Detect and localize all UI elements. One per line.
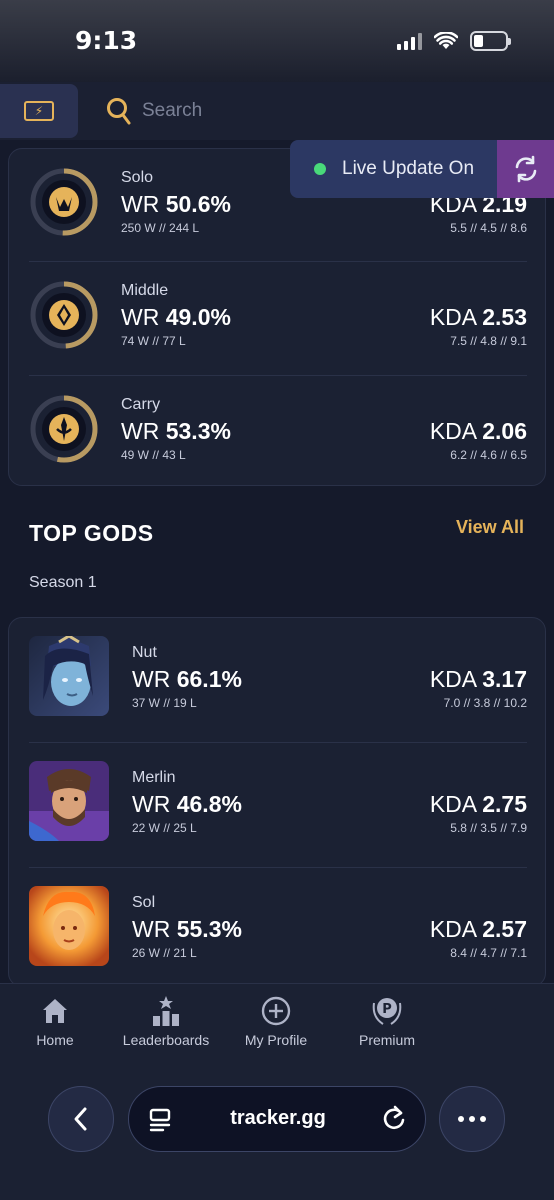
home-icon xyxy=(43,999,67,1023)
chevron-left-icon xyxy=(74,1107,87,1131)
role-kda: KDA 2.06 xyxy=(429,418,527,444)
sol-portrait xyxy=(29,886,109,966)
top-gods-card: Nut WR 66.1% 37 W // 19 L KDA 3.17 7.0 /… xyxy=(8,617,546,987)
god-win-loss: 37 W // 19 L xyxy=(132,696,197,710)
god-kda-detail: 7.0 // 3.8 // 10.2 xyxy=(443,696,527,710)
role-win-loss: 74 W // 77 L xyxy=(121,334,186,348)
god-row-merlin[interactable]: Merlin WR 46.8% 22 W // 25 L KDA 2.75 5.… xyxy=(29,742,527,866)
refresh-button[interactable] xyxy=(497,140,554,198)
status-bar: 9:13 xyxy=(0,0,554,82)
view-all-link[interactable]: View All xyxy=(456,517,524,538)
role-row-middle[interactable]: Middle WR 49.0% 74 W // 77 L KDA 2.53 7.… xyxy=(29,261,527,375)
live-update-label: Live Update On xyxy=(342,158,475,179)
role-name: Solo xyxy=(121,169,154,186)
god-kda: KDA 3.17 xyxy=(429,666,527,692)
live-status-dot xyxy=(314,163,326,175)
god-winrate: WR 55.3% xyxy=(132,916,242,942)
battery-icon xyxy=(470,31,511,51)
god-name: Nut xyxy=(132,644,157,661)
browser-url-bar[interactable]: tracker.gg xyxy=(128,1086,426,1152)
browser-back-button[interactable] xyxy=(48,1086,114,1152)
cellular-signal-icon xyxy=(397,32,422,50)
search-placeholder: Search xyxy=(142,100,203,121)
nav-my-profile[interactable]: My Profile xyxy=(221,994,331,1048)
refresh-icon xyxy=(515,155,536,183)
carry-role-icon xyxy=(30,395,98,463)
leaderboards-icon xyxy=(153,996,179,1026)
app-header: ⚡ Search xyxy=(0,82,554,140)
search-icon xyxy=(107,98,131,125)
god-winrate: WR 66.1% xyxy=(132,666,242,692)
role-kda-detail: 7.5 // 4.8 // 9.1 xyxy=(450,334,527,348)
role-stats-card: Solo WR 50.6% 250 W // 244 L KDA 2.19 5.… xyxy=(8,148,546,486)
svg-text:P: P xyxy=(382,1002,392,1017)
nav-premium[interactable]: P Premium xyxy=(332,994,442,1048)
reload-icon[interactable] xyxy=(381,1105,407,1133)
browser-more-button[interactable] xyxy=(439,1086,505,1152)
god-name: Merlin xyxy=(132,769,176,786)
role-winrate: WR 49.0% xyxy=(121,304,231,330)
god-kda: KDA 2.57 xyxy=(429,916,527,942)
live-update-toggle[interactable]: Live Update On xyxy=(290,140,554,198)
god-winrate: WR 46.8% xyxy=(132,791,242,817)
role-row-carry[interactable]: Carry WR 53.3% 49 W // 43 L KDA 2.06 6.2… xyxy=(29,375,527,489)
status-icons xyxy=(397,31,511,51)
tracker-logo-button[interactable]: ⚡ xyxy=(0,84,78,138)
nav-label: Leaderboards xyxy=(122,1032,210,1048)
god-name: Sol xyxy=(132,894,156,911)
god-win-loss: 22 W // 25 L xyxy=(132,821,197,835)
god-row-sol[interactable]: Sol WR 55.3% 26 W // 21 L KDA 2.57 8.4 /… xyxy=(29,867,527,986)
role-winrate: WR 53.3% xyxy=(121,418,231,444)
role-kda-detail: 5.5 // 4.5 // 8.6 xyxy=(450,221,527,235)
premium-icon: P xyxy=(372,998,402,1025)
nav-leaderboards[interactable]: Leaderboards xyxy=(111,994,221,1048)
middle-role-icon xyxy=(30,281,98,349)
tracker-logo-icon: ⚡ xyxy=(24,101,54,121)
status-time: 9:13 xyxy=(75,26,138,55)
solo-role-icon xyxy=(30,168,98,236)
add-profile-icon xyxy=(261,996,291,1026)
search-field[interactable]: Search xyxy=(106,96,202,126)
nav-label: My Profile xyxy=(244,1032,308,1048)
role-win-loss: 49 W // 43 L xyxy=(121,448,186,462)
role-name: Middle xyxy=(121,282,169,299)
role-winrate: WR 50.6% xyxy=(121,191,231,217)
god-win-loss: 26 W // 21 L xyxy=(132,946,197,960)
role-kda-detail: 6.2 // 4.6 // 6.5 xyxy=(450,448,527,462)
god-kda-detail: 8.4 // 4.7 // 7.1 xyxy=(450,946,527,960)
nav-label: Home xyxy=(36,1032,74,1048)
top-gods-title: TOP GODS xyxy=(29,520,154,546)
god-kda-detail: 5.8 // 3.5 // 7.9 xyxy=(450,821,527,835)
god-kda: KDA 2.75 xyxy=(429,791,527,817)
nav-home[interactable]: Home xyxy=(0,994,110,1048)
role-name: Carry xyxy=(121,396,161,413)
nav-label: Premium xyxy=(358,1032,415,1048)
role-win-loss: 250 W // 244 L xyxy=(121,221,200,235)
more-horizontal-icon xyxy=(458,1116,486,1122)
merlin-portrait xyxy=(29,761,109,841)
season-label: Season 1 xyxy=(29,574,97,591)
role-kda: KDA 2.53 xyxy=(429,304,527,330)
nut-portrait xyxy=(29,636,109,716)
god-row-nut[interactable]: Nut WR 66.1% 37 W // 19 L KDA 3.17 7.0 /… xyxy=(29,618,527,742)
wifi-icon xyxy=(434,32,458,49)
